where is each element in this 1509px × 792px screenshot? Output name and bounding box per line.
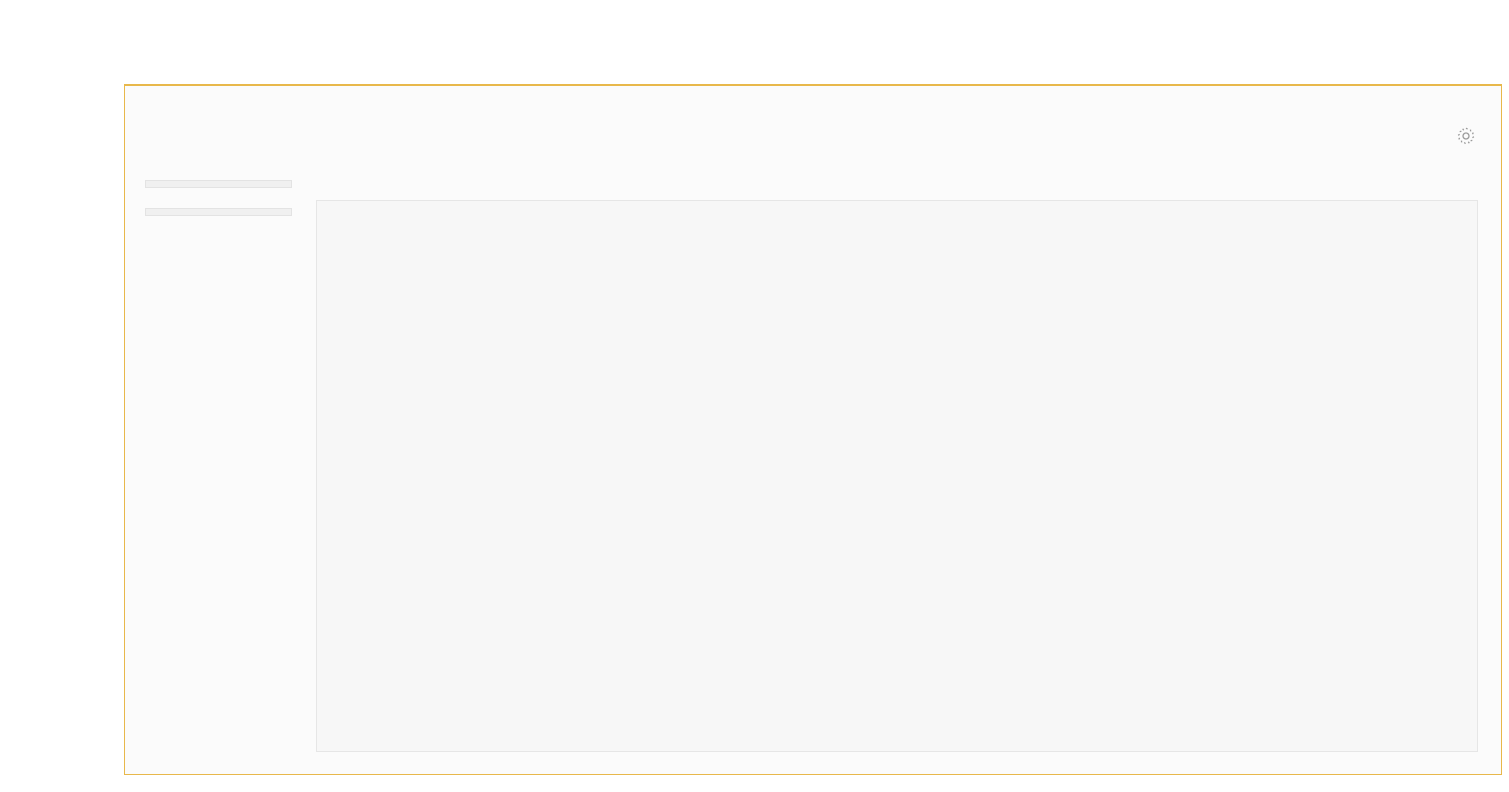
output-panel bbox=[124, 84, 1502, 775]
graph-setup-button[interactable] bbox=[1456, 126, 1479, 145]
r-stats-column-header bbox=[218, 208, 292, 216]
workflow-hex-cluster bbox=[0, 0, 215, 228]
gear-icon bbox=[1456, 126, 1475, 145]
charts-container bbox=[316, 200, 1478, 752]
x-stats-column-header bbox=[218, 180, 292, 188]
